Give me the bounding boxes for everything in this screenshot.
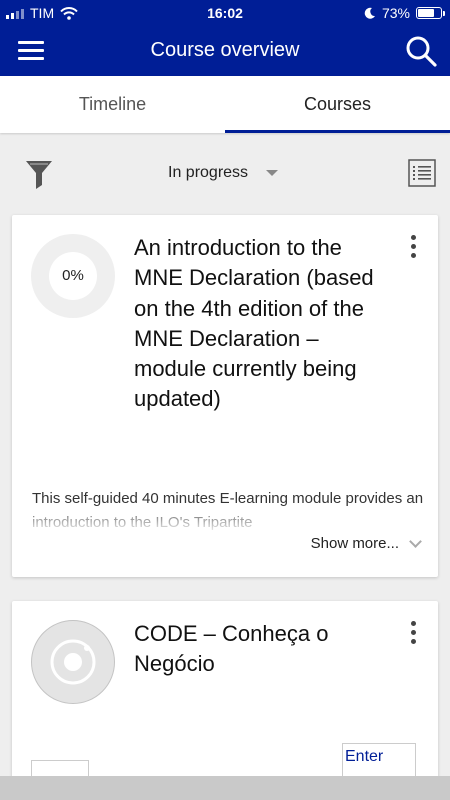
status-bar: TIM 16:02 73%	[0, 0, 450, 26]
show-more-label: Show more...	[310, 535, 399, 552]
course-logo-icon	[50, 639, 96, 685]
tab-timeline[interactable]: Timeline	[0, 76, 225, 133]
battery-fill	[418, 9, 435, 17]
filter-row: In progress	[0, 150, 450, 200]
battery-icon	[416, 7, 445, 19]
status-filter-value: In progress	[168, 164, 249, 181]
chevron-down-icon	[409, 534, 422, 548]
course-title[interactable]: An introduction to the MNE Declaration (…	[134, 233, 394, 415]
more-options-icon[interactable]	[406, 621, 420, 647]
course-card: 0% An introduction to the MNE Declaratio…	[12, 215, 438, 577]
app-header: TIM 16:02 73% Course overview	[0, 0, 450, 76]
chevron-down-icon	[266, 170, 279, 176]
course-title[interactable]: CODE – Conheça o Negócio	[134, 619, 394, 679]
more-options-icon[interactable]	[406, 235, 420, 261]
filter-icon[interactable]	[24, 158, 54, 190]
search-icon[interactable]	[404, 34, 438, 68]
list-view-icon[interactable]	[408, 159, 436, 187]
course-summary: This self-guided 40 minutes E-learning m…	[32, 487, 424, 531]
status-filter-select[interactable]: In progress	[168, 164, 279, 182]
tab-bar: Timeline Courses	[0, 76, 450, 133]
course-card: CODE – Conheça o Negócio Enter	[12, 601, 438, 800]
toolbar: Course overview	[0, 26, 450, 76]
tab-courses[interactable]: Courses	[225, 76, 450, 133]
moon-icon	[364, 7, 375, 19]
course-image	[31, 620, 115, 704]
page-title: Course overview	[150, 39, 300, 61]
battery-percent: 73%	[381, 5, 410, 21]
progress-percent: 0%	[49, 252, 97, 300]
progress-ring: 0%	[31, 234, 115, 318]
bottom-bar	[0, 776, 450, 800]
show-more-button[interactable]: Show more...	[310, 534, 422, 552]
